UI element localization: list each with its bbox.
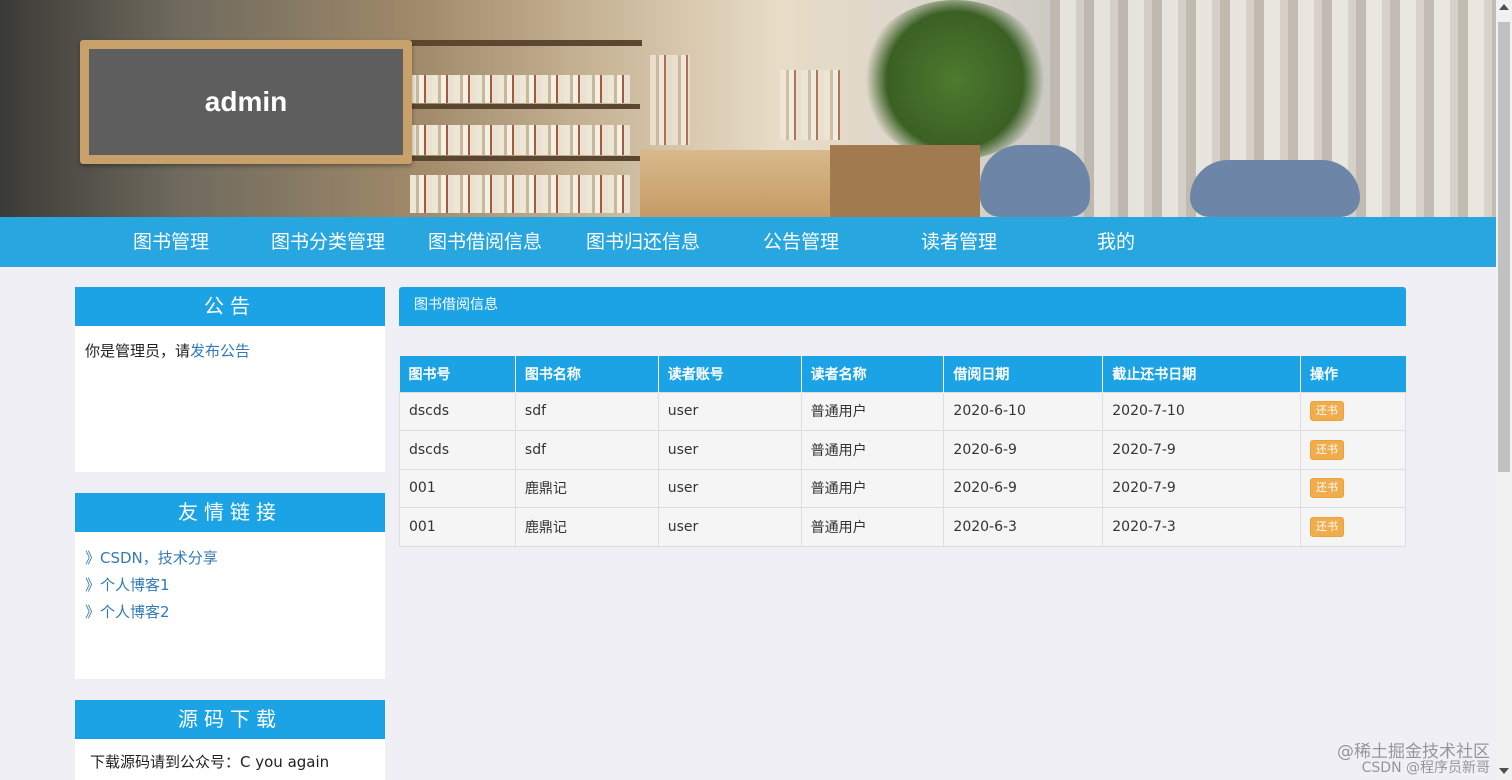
cell-book-name: sdf (514, 430, 659, 470)
column-header: 操作 (1300, 356, 1406, 392)
cell-book-name: sdf (514, 391, 659, 431)
notice-text: 你是管理员，请 (85, 342, 191, 360)
cell-book-id: dscds (399, 430, 516, 470)
cell-account: user (657, 430, 802, 470)
notice-panel-title: 公告 (75, 287, 385, 326)
nav-item-reader-management[interactable]: 读者管理 (921, 217, 997, 267)
nav-item-borrow-info[interactable]: 图书借阅信息 (428, 217, 542, 267)
cell-reader: 普通用户 (800, 430, 945, 470)
cell-book-name: 鹿鼎记 (514, 507, 659, 547)
friend-link-blog-1[interactable]: 》个人博客1 (85, 572, 375, 599)
scroll-down-arrow-icon[interactable] (1499, 768, 1509, 774)
nav-item-category-management[interactable]: 图书分类管理 (271, 217, 385, 267)
borrow-records-table: 图书号 图书名称 读者账号 读者名称 借阅日期 截止还书日期 操作 dscds … (399, 356, 1406, 547)
cell-borrow-date: 2020-6-10 (943, 391, 1104, 431)
cell-borrow-date: 2020-6-9 (943, 468, 1104, 508)
banner-plant (860, 0, 1050, 160)
download-text: 下载源码请到公众号：C you again (90, 753, 330, 771)
scrollbar-thumb[interactable] (1498, 22, 1510, 472)
cell-account: user (657, 507, 802, 547)
friend-links-title: 友情链接 (75, 493, 385, 532)
table-row: dscds sdf user 普通用户 2020-6-10 2020-7-10 … (399, 391, 1406, 431)
table-header-row: 图书号 图书名称 读者账号 读者名称 借阅日期 截止还书日期 操作 (399, 356, 1406, 392)
cell-due-date: 2020-7-3 (1102, 507, 1302, 547)
notice-panel: 公告 你是管理员，请发布公告 (75, 287, 385, 472)
return-book-button[interactable]: 还书 (1310, 439, 1345, 460)
cell-due-date: 2020-7-10 (1102, 391, 1302, 431)
table-row: 001 鹿鼎记 user 普通用户 2020-6-3 2020-7-3 还书 (399, 507, 1406, 547)
cell-book-name: 鹿鼎记 (514, 468, 659, 508)
download-panel: 源码下载 下载源码请到公众号：C you again (75, 700, 385, 780)
watermark-csdn: CSDN @程序员新哥 (1361, 760, 1490, 776)
banner-chair (980, 145, 1090, 217)
column-header: 读者名称 (801, 356, 945, 392)
cell-book-id: 001 (399, 468, 516, 508)
column-header: 图书号 (399, 356, 516, 392)
cell-due-date: 2020-7-9 (1102, 430, 1302, 470)
nav-item-mine[interactable]: 我的 (1097, 217, 1135, 267)
return-book-button[interactable]: 还书 (1310, 401, 1345, 422)
cell-borrow-date: 2020-6-3 (943, 507, 1104, 547)
cell-due-date: 2020-7-9 (1102, 468, 1302, 508)
return-book-button[interactable]: 还书 (1310, 478, 1345, 499)
cell-reader: 普通用户 (800, 507, 945, 547)
friend-link-blog-2[interactable]: 》个人博客2 (85, 599, 375, 626)
cell-reader: 普通用户 (800, 468, 945, 508)
cell-account: user (657, 391, 802, 431)
nav-item-return-info[interactable]: 图书归还信息 (586, 217, 700, 267)
download-panel-title: 源码下载 (75, 700, 385, 739)
title-board: admin (80, 40, 412, 164)
cell-borrow-date: 2020-6-9 (943, 430, 1104, 470)
cell-reader: 普通用户 (800, 391, 945, 431)
user-title: admin (204, 86, 288, 117)
scroll-up-arrow-icon[interactable] (1499, 4, 1509, 10)
friend-links-panel: 友情链接 》CSDN，技术分享 》个人博客1 》个人博客2 (75, 493, 385, 679)
table-row: dscds sdf user 普通用户 2020-6-9 2020-7-9 还书 (399, 430, 1406, 470)
header-banner: admin (0, 0, 1496, 217)
column-header: 借阅日期 (943, 356, 1104, 392)
main-panel-title: 图书借阅信息 (399, 287, 1406, 326)
column-header: 读者账号 (658, 356, 802, 392)
column-header: 截止还书日期 (1102, 356, 1302, 392)
main-nav: 图书管理 图书分类管理 图书借阅信息 图书归还信息 公告管理 读者管理 我的 (0, 217, 1496, 267)
cell-book-id: dscds (399, 391, 516, 431)
cell-account: user (657, 468, 802, 508)
table-row: 001 鹿鼎记 user 普通用户 2020-6-9 2020-7-9 还书 (399, 468, 1406, 508)
nav-item-notice-management[interactable]: 公告管理 (763, 217, 839, 267)
column-header: 图书名称 (515, 356, 659, 392)
publish-notice-link[interactable]: 发布公告 (190, 342, 250, 360)
nav-item-book-management[interactable]: 图书管理 (133, 217, 209, 267)
friend-link-csdn[interactable]: 》CSDN，技术分享 (85, 545, 375, 572)
cell-book-id: 001 (399, 507, 516, 547)
return-book-button[interactable]: 还书 (1310, 516, 1345, 537)
